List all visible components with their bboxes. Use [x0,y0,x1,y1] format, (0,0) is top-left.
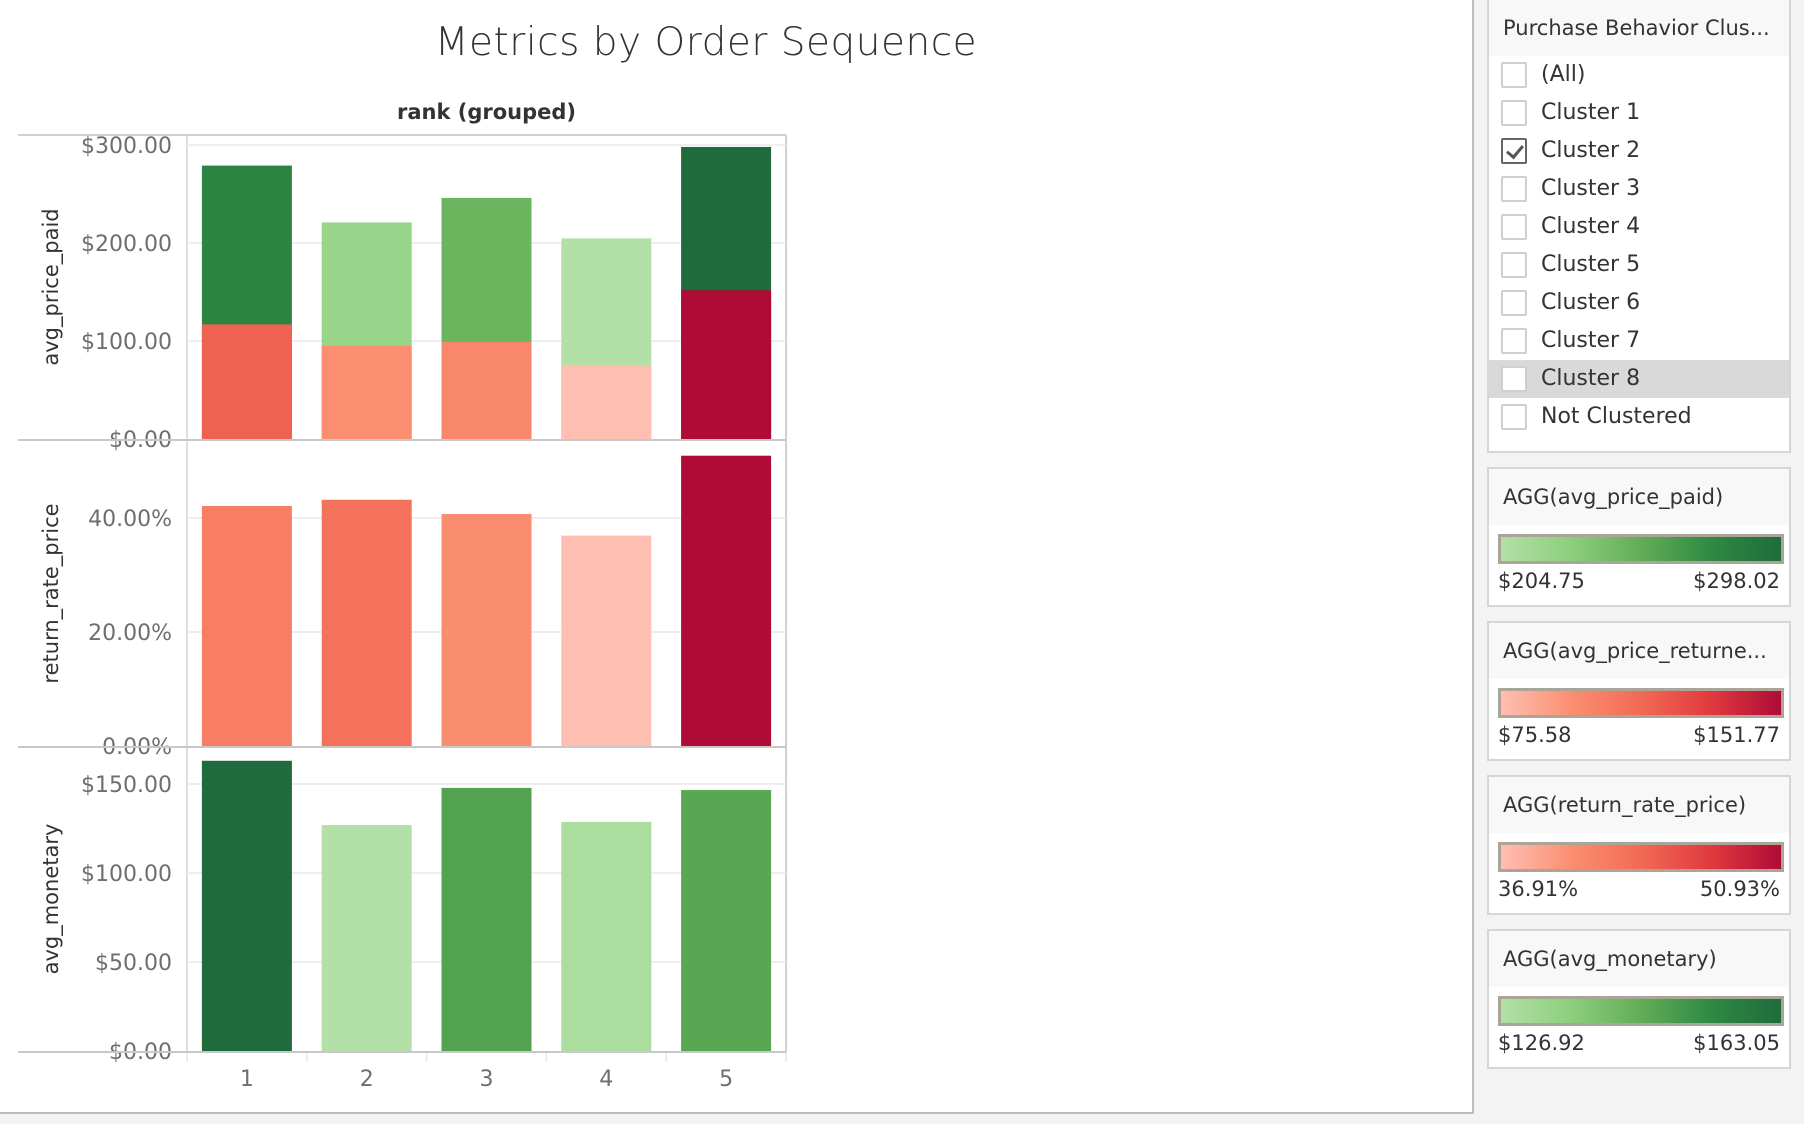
bar-avg-price-returned [561,364,652,439]
legend-title: AGG(avg_price_returne... [1489,623,1789,679]
y-tick-label: $100.00 [81,862,172,887]
legend-max-label: 50.93% [1699,877,1780,901]
bar-return-rate-price [561,535,652,746]
filter-item[interactable]: Cluster 2 [1489,132,1789,170]
color-gradient-bar [1498,842,1784,872]
bar-avg-monetary [321,825,412,1051]
y-tick-label: $300.00 [81,134,172,159]
checkbox[interactable] [1501,214,1527,240]
legend-min-label: $204.75 [1498,569,1585,593]
worksheet-area: Metrics by Order Sequence rank (grouped)… [0,0,1474,1114]
legend-max-label: $163.05 [1693,1031,1780,1055]
bar-avg-price-returned [201,324,292,439]
filter-item[interactable]: (All) [1489,56,1789,94]
filter-item[interactable]: Not Clustered [1489,398,1789,436]
legend-max-label: $151.77 [1693,723,1780,747]
checkbox[interactable] [1501,366,1527,392]
checkbox[interactable] [1501,252,1527,278]
legend-min-label: 36.91% [1498,877,1579,901]
x-tick-label: 5 [719,1067,733,1092]
filter-item[interactable]: Cluster 7 [1489,322,1789,360]
filter-item[interactable]: Cluster 1 [1489,94,1789,132]
color-gradient-bar [1498,688,1784,718]
checkbox[interactable] [1501,328,1527,354]
y-axis-title: avg_price_paid [39,208,64,365]
checkbox[interactable] [1501,100,1527,126]
x-tick-label: 4 [599,1067,613,1092]
bar-return-rate-price [321,499,412,746]
filter-title: Purchase Behavior Clus... [1489,0,1789,56]
bar-return-rate-price [441,514,532,746]
filter-item-label: Cluster 8 [1541,366,1641,391]
bar-return-rate-price [201,506,292,746]
y-tick-label: 20.00% [88,621,172,646]
y-tick-label: $200.00 [81,232,172,257]
color-legend-card: AGG(avg_monetary) $126.92 $163.05 [1487,929,1791,1069]
filter-item-label: Not Clustered [1541,404,1692,429]
legend-max-label: $298.02 [1693,569,1780,593]
filter-item-label: (All) [1541,62,1586,87]
y-axis-title: return_rate_price [39,503,64,683]
filter-item[interactable]: Cluster 3 [1489,170,1789,208]
filter-list: (All) Cluster 1 Cluster 2 Cluster 3 Cluster … [1489,56,1789,436]
bar-chart: $0.00$100.00$200.00$300.00avg_price_paid… [18,134,787,1092]
color-legend-card: AGG(avg_price_returne... $75.58 $151.77 [1487,621,1791,761]
bar-avg-price-returned [441,341,532,439]
color-legend-card: AGG(return_rate_price) 36.91% 50.93% [1487,775,1791,915]
filter-item[interactable]: Cluster 5 [1489,246,1789,284]
y-tick-label: $150.00 [81,773,172,798]
filter-item-label: Cluster 1 [1541,100,1641,125]
filter-item[interactable]: Cluster 4 [1489,208,1789,246]
filter-item-label: Cluster 2 [1541,138,1641,163]
bar-avg-monetary [201,760,292,1051]
checkbox[interactable] [1501,176,1527,202]
filter-item-label: Cluster 3 [1541,176,1641,201]
filter-item[interactable]: Cluster 8 [1489,360,1789,398]
bar-avg-monetary [441,787,532,1051]
legend-min-label: $75.58 [1498,723,1572,747]
legend-title: AGG(avg_monetary) [1489,931,1789,987]
bar-avg-price-returned [681,290,772,439]
legend-min-label: $126.92 [1498,1031,1585,1055]
cluster-filter-card: Purchase Behavior Clus... (All) Cluster 1… [1487,0,1791,453]
bar-avg-monetary [561,821,652,1051]
checkbox[interactable] [1501,404,1527,430]
legend-title: AGG(return_rate_price) [1489,777,1789,833]
x-tick-label: 3 [480,1067,494,1092]
x-tick-label: 2 [360,1067,374,1092]
filter-item[interactable]: Cluster 6 [1489,284,1789,322]
color-legend-card: AGG(avg_price_paid) $204.75 $298.02 [1487,467,1791,607]
bar-return-rate-price [681,455,772,746]
legend-title: AGG(avg_price_paid) [1489,469,1789,525]
filter-item-label: Cluster 4 [1541,214,1641,239]
checkbox[interactable] [1501,62,1527,88]
bar-avg-price-returned [321,345,412,439]
color-gradient-bar [1498,996,1784,1026]
filter-item-label: Cluster 6 [1541,290,1641,315]
filter-item-label: Cluster 5 [1541,252,1641,277]
checkbox[interactable] [1501,290,1527,316]
x-tick-label: 1 [240,1067,254,1092]
y-tick-label: $100.00 [81,330,172,355]
filter-item-label: Cluster 7 [1541,328,1641,353]
color-gradient-bar [1498,534,1784,564]
bar-avg-monetary [681,790,772,1051]
y-tick-label: $50.00 [95,951,172,976]
y-axis-title: avg_monetary [39,824,64,975]
checkbox-checked[interactable] [1501,138,1527,164]
y-tick-label: 40.00% [88,507,172,532]
